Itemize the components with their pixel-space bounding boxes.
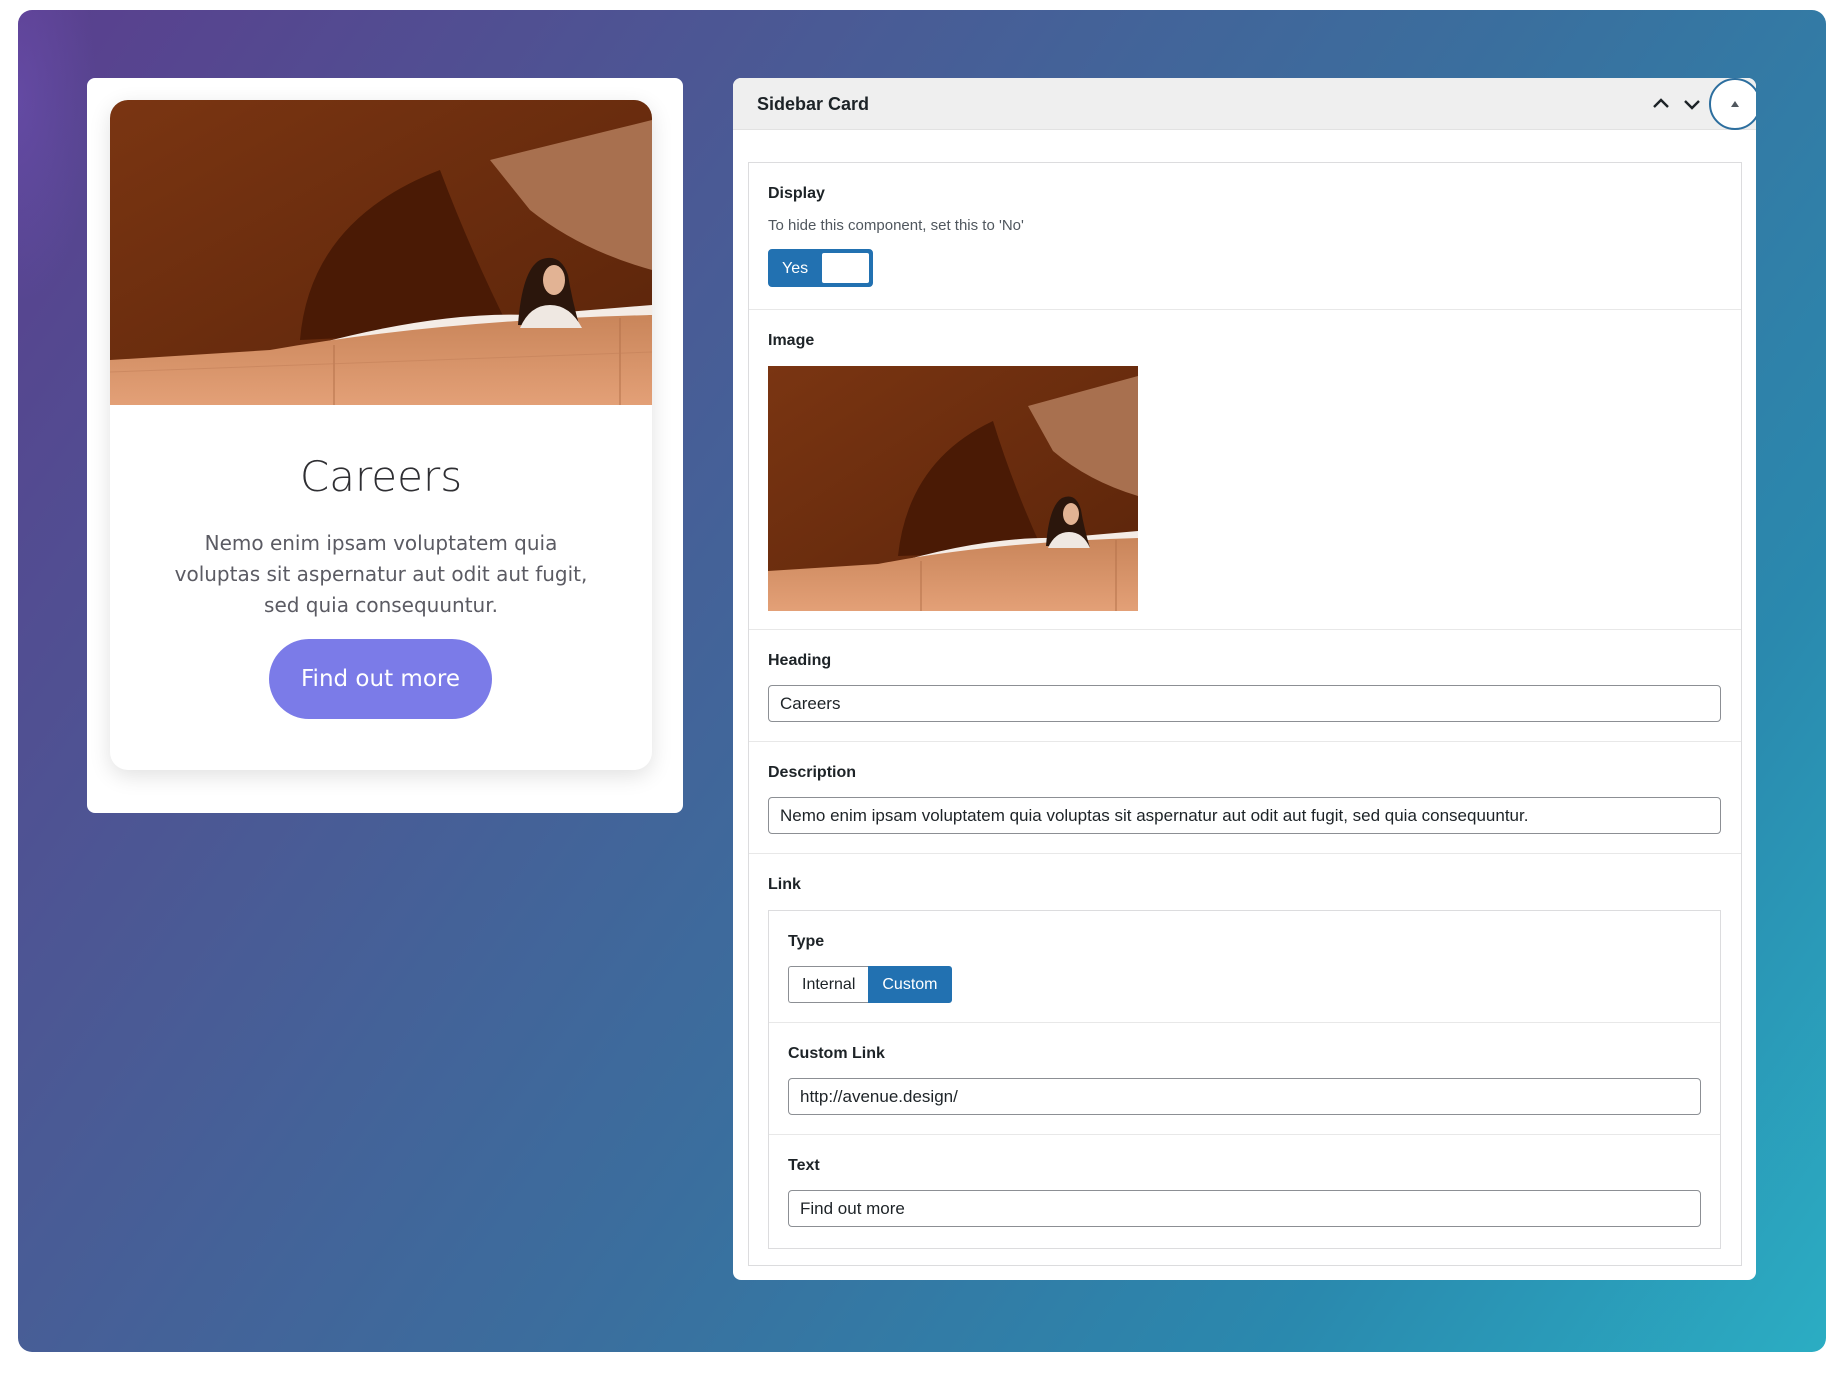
sidebar-card-panel: Sidebar Card Display To hide this compon…	[733, 78, 1756, 1280]
collapse-panel-button[interactable]	[1709, 78, 1756, 130]
chevron-down-icon	[1684, 100, 1700, 110]
display-help: To hide this component, set this to 'No'	[768, 217, 1024, 234]
display-toggle[interactable]: Yes	[768, 249, 873, 287]
image-thumbnail[interactable]	[768, 366, 1138, 611]
preview-frame: Careers Nemo enim ipsam voluptatem quia …	[87, 78, 683, 813]
display-field: Display To hide this component, set this…	[749, 163, 1741, 310]
image-label: Image	[768, 332, 815, 349]
heading-input[interactable]	[768, 685, 1721, 722]
description-field: Description	[749, 742, 1741, 854]
heading-field: Heading	[749, 630, 1741, 742]
move-up-button[interactable]	[1647, 90, 1675, 118]
image-field: Image	[749, 310, 1741, 630]
link-text-input[interactable]	[788, 1190, 1701, 1227]
panel-title: Sidebar Card	[757, 94, 870, 114]
link-label: Link	[768, 876, 801, 893]
link-type-internal[interactable]: Internal	[788, 966, 869, 1003]
display-label: Display	[768, 185, 825, 202]
card-image	[110, 100, 652, 405]
heading-label: Heading	[768, 652, 832, 669]
custom-link-input[interactable]	[788, 1078, 1701, 1115]
card-title: Careers	[299, 452, 463, 501]
toggle-knob	[822, 253, 869, 283]
card-description: Nemo enim ipsam voluptatem quia voluptas…	[174, 531, 588, 617]
triangle-up-icon	[1731, 101, 1739, 107]
link-type-selector: Internal Custom	[788, 966, 952, 1003]
link-field: Link Type Internal Custom Custom Link ht…	[749, 854, 1741, 1266]
move-down-button[interactable]	[1678, 90, 1706, 118]
panel-header: Sidebar Card	[733, 78, 1756, 130]
chevron-up-icon	[1653, 98, 1669, 108]
find-out-more-button[interactable]: Find out more	[269, 639, 492, 719]
sidebar-card-preview: Careers Nemo enim ipsam voluptatem quia …	[110, 100, 652, 770]
link-type-label: Type	[788, 933, 825, 950]
link-type-custom[interactable]: Custom	[868, 966, 952, 1003]
custom-link-label: Custom Link	[788, 1045, 885, 1062]
display-toggle-label: Yes	[782, 260, 809, 277]
link-text-field: Text	[769, 1135, 1720, 1248]
panel-body: Display To hide this component, set this…	[748, 162, 1742, 1266]
link-group: Type Internal Custom Custom Link Text	[768, 910, 1721, 1249]
custom-link-field: Custom Link	[769, 1023, 1720, 1135]
description-label: Description	[768, 764, 857, 781]
background-glow	[18, 10, 98, 310]
description-input[interactable]	[768, 797, 1721, 834]
link-text-label: Text	[788, 1157, 820, 1174]
link-type-field: Type Internal Custom	[769, 911, 1720, 1023]
